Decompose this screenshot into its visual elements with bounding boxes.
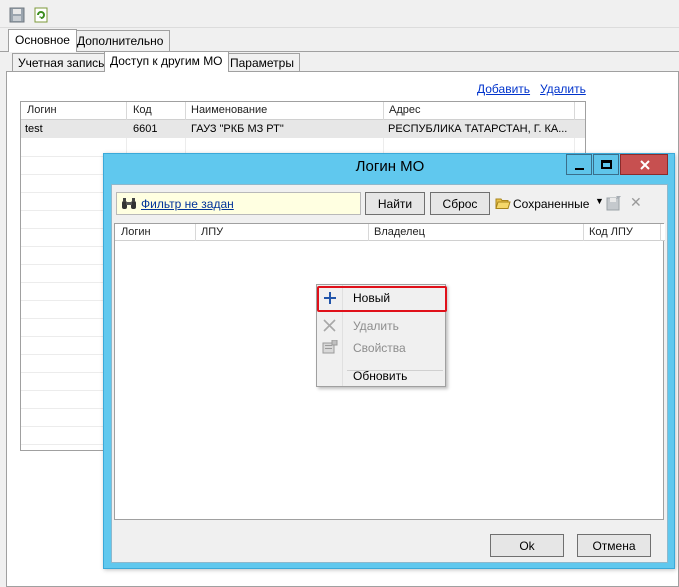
folder-open-icon bbox=[495, 198, 511, 209]
tab-additional[interactable]: Дополнительно bbox=[70, 30, 171, 51]
maximize-icon bbox=[601, 160, 612, 169]
menu-item-delete[interactable]: Удалить bbox=[353, 319, 399, 333]
tab-parameters[interactable]: Параметры bbox=[224, 53, 300, 72]
filter-box[interactable]: Фильтр не задан bbox=[116, 192, 361, 215]
close-button[interactable] bbox=[620, 154, 668, 175]
list-col-lpu[interactable]: ЛПУ bbox=[201, 226, 223, 238]
cell-login: test bbox=[25, 123, 43, 135]
menu-item-new[interactable]: Новый bbox=[353, 291, 390, 305]
save-icon[interactable] bbox=[9, 7, 25, 23]
save-filter-icon[interactable] bbox=[606, 195, 622, 211]
list-col-lpu-code[interactable]: Код ЛПУ bbox=[589, 226, 633, 238]
cell-code: 6601 bbox=[133, 123, 158, 135]
delete-link[interactable]: Удалить bbox=[540, 82, 586, 96]
toolbar bbox=[0, 0, 679, 28]
tab-main[interactable]: Основное bbox=[8, 29, 77, 52]
minimize-button[interactable] bbox=[566, 154, 592, 175]
list-col-owner[interactable]: Владелец bbox=[374, 226, 425, 238]
add-link[interactable]: Добавить bbox=[477, 82, 530, 96]
list-header: Логин ЛПУ Владелец Код ЛПУ bbox=[115, 224, 665, 241]
plus-icon bbox=[324, 292, 336, 304]
delete-filter-icon[interactable]: ✕ bbox=[630, 194, 642, 211]
properties-icon bbox=[322, 340, 338, 354]
maximize-button[interactable] bbox=[593, 154, 619, 175]
table-row[interactable]: test 6601 ГАУЗ "РКБ МЗ РТ" РЕСПУБЛИКА ТА… bbox=[21, 120, 585, 138]
binoculars-icon bbox=[122, 198, 136, 209]
menu-item-properties[interactable]: Свойства bbox=[353, 341, 406, 355]
grid-col-name[interactable]: Наименование bbox=[191, 104, 267, 116]
menu-item-refresh[interactable]: Обновить bbox=[353, 369, 407, 383]
grid-header: Логин Код Наименование Адрес bbox=[21, 102, 585, 120]
cell-address: РЕСПУБЛИКА ТАТАРСТАН, Г. КА... bbox=[388, 123, 568, 135]
cancel-button[interactable]: Отмена bbox=[577, 534, 651, 557]
tab-account[interactable]: Учетная запись bbox=[12, 53, 111, 72]
minimize-icon bbox=[575, 168, 584, 170]
chevron-down-icon[interactable]: ▼ bbox=[595, 196, 604, 206]
ok-button[interactable]: Ok bbox=[490, 534, 564, 557]
close-icon bbox=[640, 160, 650, 170]
delete-x-icon bbox=[323, 319, 336, 332]
find-button[interactable]: Найти bbox=[365, 192, 425, 215]
cell-name: ГАУЗ "РКБ МЗ РТ" bbox=[191, 123, 284, 135]
grid-col-address[interactable]: Адрес bbox=[389, 104, 421, 116]
refresh-icon[interactable] bbox=[33, 7, 49, 23]
saved-filters-dropdown[interactable]: Сохраненные bbox=[513, 197, 589, 211]
list-col-login[interactable]: Логин bbox=[121, 226, 151, 238]
tab-divider bbox=[0, 51, 679, 52]
filter-link[interactable]: Фильтр не задан bbox=[141, 197, 234, 211]
grid-col-code[interactable]: Код bbox=[133, 104, 152, 116]
context-menu: Новый Удалить Свойства Обновить bbox=[316, 284, 447, 387]
reset-button[interactable]: Сброс bbox=[430, 192, 490, 215]
tab-access-other-mo[interactable]: Доступ к другим МО bbox=[104, 51, 229, 72]
grid-col-login[interactable]: Логин bbox=[27, 104, 57, 116]
